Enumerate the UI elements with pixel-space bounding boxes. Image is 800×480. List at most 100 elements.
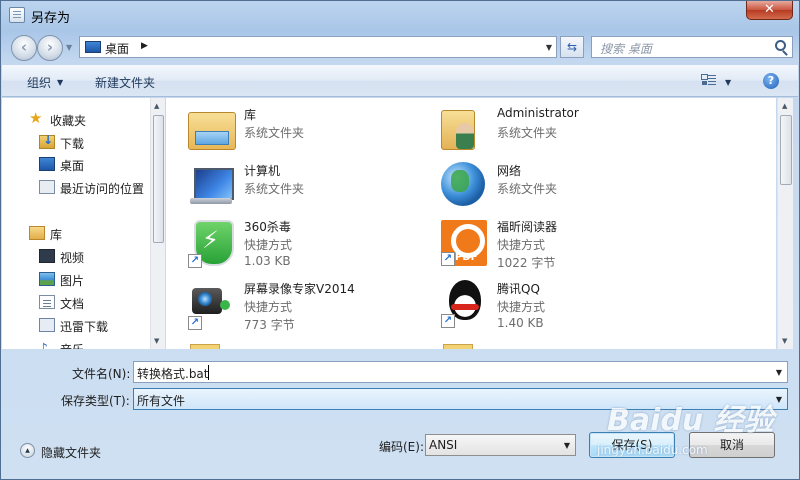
file-item-tencent-qq[interactable]: ↗ 腾讯QQ 快捷方式 1.40 KB: [423, 278, 663, 334]
file-item-administrator[interactable]: Administrator 系统文件夹: [423, 104, 663, 160]
encoding-select[interactable]: ANSI ▼: [425, 434, 576, 456]
collapse-arrow-icon: ▲: [20, 443, 35, 458]
nav-item-documents[interactable]: 文档: [39, 293, 149, 313]
user-folder-icon: [441, 110, 475, 150]
filename-input[interactable]: 转换格式.bat ▼: [133, 361, 788, 383]
save-button[interactable]: 保存(S): [589, 432, 675, 458]
file-type: 快捷方式: [244, 238, 293, 252]
close-button[interactable]: ✕: [746, 1, 793, 20]
save-as-dialog: 另存为 ✕ ‹ › ▼ 桌面 ▶ ▼ ⇆ 搜索 桌面 组织 ▼ 新建文件夹 ▼ …: [0, 0, 800, 480]
filetype-dropdown-icon[interactable]: ▼: [776, 395, 782, 404]
shortcut-arrow-icon: ↗: [441, 314, 455, 328]
file-item-360-antivirus[interactable]: ↗ 360杀毒 快捷方式 1.03 KB: [170, 216, 410, 272]
downloads-folder-icon: [39, 133, 55, 149]
window-title: 另存为: [31, 11, 71, 26]
nav-item-label: 迅雷下载: [60, 320, 109, 334]
xunlei-download-icon: [39, 318, 55, 332]
forward-arrow-icon: ›: [46, 38, 54, 56]
filetype-value: 所有文件: [137, 394, 186, 408]
back-arrow-icon: ‹: [20, 38, 28, 56]
nav-item-label: 文档: [60, 297, 85, 311]
view-options-dropdown-icon[interactable]: ▼: [725, 78, 731, 87]
nav-scrollbar-thumb[interactable]: [153, 115, 164, 243]
recent-pages-dropdown[interactable]: ▼: [66, 43, 72, 52]
file-item-network[interactable]: 网络 系统文件夹: [423, 160, 663, 216]
cancel-button[interactable]: 取消: [689, 432, 775, 458]
file-size: 1022 字节: [497, 256, 556, 270]
search-icon[interactable]: [775, 40, 786, 51]
search-input[interactable]: 搜索 桌面: [591, 36, 793, 58]
nav-item-favorites[interactable]: ★ 收藏夹: [29, 109, 149, 130]
file-size: 773 字节: [244, 318, 295, 332]
file-name: 网络: [497, 164, 522, 178]
file-item-screen-recorder[interactable]: ↗ 屏幕录像专家V2014 快捷方式 773 字节: [170, 278, 410, 334]
address-bar[interactable]: 桌面 ▶ ▼: [79, 36, 557, 58]
help-icon[interactable]: ?: [763, 73, 779, 89]
file-list-scrollbar-thumb[interactable]: [780, 115, 792, 185]
nav-item-label: 下载: [60, 137, 85, 151]
nav-item-recent-places[interactable]: 最近访问的位置: [39, 178, 149, 198]
nav-item-label: 视频: [60, 251, 85, 265]
file-name: 计算机: [244, 164, 281, 178]
file-type: 系统文件夹: [497, 126, 558, 140]
scroll-up-arrow-icon[interactable]: ▲: [154, 102, 159, 110]
filename-value[interactable]: 转换格式.bat: [137, 365, 209, 382]
file-list: 库 系统文件夹 Administrator 系统文件夹 计算机 系统文件夹 网络…: [166, 98, 776, 349]
scroll-down-arrow-icon[interactable]: ▼: [154, 337, 159, 345]
pdf-badge: PDF: [455, 252, 478, 263]
shortcut-arrow-icon: ↗: [188, 254, 202, 268]
refresh-icon: ⇆: [566, 40, 578, 54]
partial-folder-icon[interactable]: [190, 344, 220, 349]
file-name: Administrator: [497, 106, 579, 120]
filename-dropdown-icon[interactable]: ▼: [776, 368, 782, 377]
nav-item-downloads[interactable]: 下载: [39, 133, 149, 153]
file-type: 系统文件夹: [244, 126, 305, 140]
refresh-button[interactable]: ⇆: [560, 36, 584, 58]
hide-folders-label: 隐藏文件夹: [41, 446, 102, 460]
file-type: 系统文件夹: [497, 182, 558, 196]
document-library-icon: [39, 295, 55, 309]
foxit-reader-pdf-icon: PDF ↗: [441, 220, 487, 266]
nav-item-videos[interactable]: 视频: [39, 247, 149, 267]
nav-item-pictures[interactable]: 图片: [39, 270, 149, 290]
nav-item-label: 图片: [60, 274, 85, 288]
file-item-computer[interactable]: 计算机 系统文件夹: [170, 160, 410, 216]
nav-item-label: 最近访问的位置: [60, 182, 145, 196]
encoding-label: 编码(E):: [379, 440, 424, 454]
nav-item-music[interactable]: ♪ 音乐: [39, 339, 149, 349]
new-folder-button[interactable]: 新建文件夹: [95, 74, 155, 91]
command-bar: 组织 ▼ 新建文件夹 ▼ ?: [2, 65, 798, 97]
scroll-up-arrow-icon[interactable]: ▲: [782, 102, 787, 110]
nav-item-label: 库: [50, 228, 63, 242]
file-item-foxit-reader[interactable]: PDF ↗ 福昕阅读器 快捷方式 1022 字节: [423, 216, 663, 272]
scroll-down-arrow-icon[interactable]: ▼: [782, 337, 787, 345]
breadcrumb-arrow-icon[interactable]: ▶: [141, 41, 148, 51]
network-globe-icon: [441, 162, 485, 206]
file-name: 屏幕录像专家V2014: [244, 282, 355, 296]
filetype-select[interactable]: 所有文件 ▼: [133, 388, 788, 410]
library-icon: [29, 226, 45, 240]
back-button[interactable]: ‹: [11, 35, 37, 61]
organize-button[interactable]: 组织: [27, 74, 51, 91]
file-type: 快捷方式: [497, 300, 546, 314]
change-view-icon[interactable]: [701, 73, 717, 87]
file-item-library[interactable]: 库 系统文件夹: [170, 104, 410, 160]
encoding-dropdown-icon[interactable]: ▼: [564, 441, 570, 450]
nav-item-label: 收藏夹: [50, 114, 87, 128]
file-list-scrollbar[interactable]: ▲ ▼: [777, 98, 793, 349]
nav-item-xunlei-downloads[interactable]: 迅雷下载: [39, 316, 149, 336]
title-bar: 另存为 ✕: [1, 1, 799, 29]
address-history-dropdown[interactable]: ▼: [546, 43, 552, 52]
file-size: 1.03 KB: [244, 254, 291, 268]
forward-button[interactable]: ›: [37, 35, 63, 61]
nav-item-desktop[interactable]: 桌面: [39, 155, 149, 175]
nav-item-libraries[interactable]: 库: [29, 224, 149, 244]
navigation-pane: ★ 收藏夹 下载 桌面 最近访问的位置 库 视频 图片 文档: [2, 98, 165, 349]
partial-folder-icon[interactable]: [443, 344, 473, 349]
address-location[interactable]: 桌面: [105, 40, 129, 57]
hide-folders-toggle[interactable]: ▲ 隐藏文件夹: [20, 441, 120, 461]
organize-dropdown-icon[interactable]: ▼: [57, 78, 63, 87]
screen-recorder-camera-icon: ↗: [188, 282, 236, 330]
nav-pane-scrollbar[interactable]: ▲ ▼: [150, 98, 165, 349]
text-caret: [208, 365, 209, 380]
